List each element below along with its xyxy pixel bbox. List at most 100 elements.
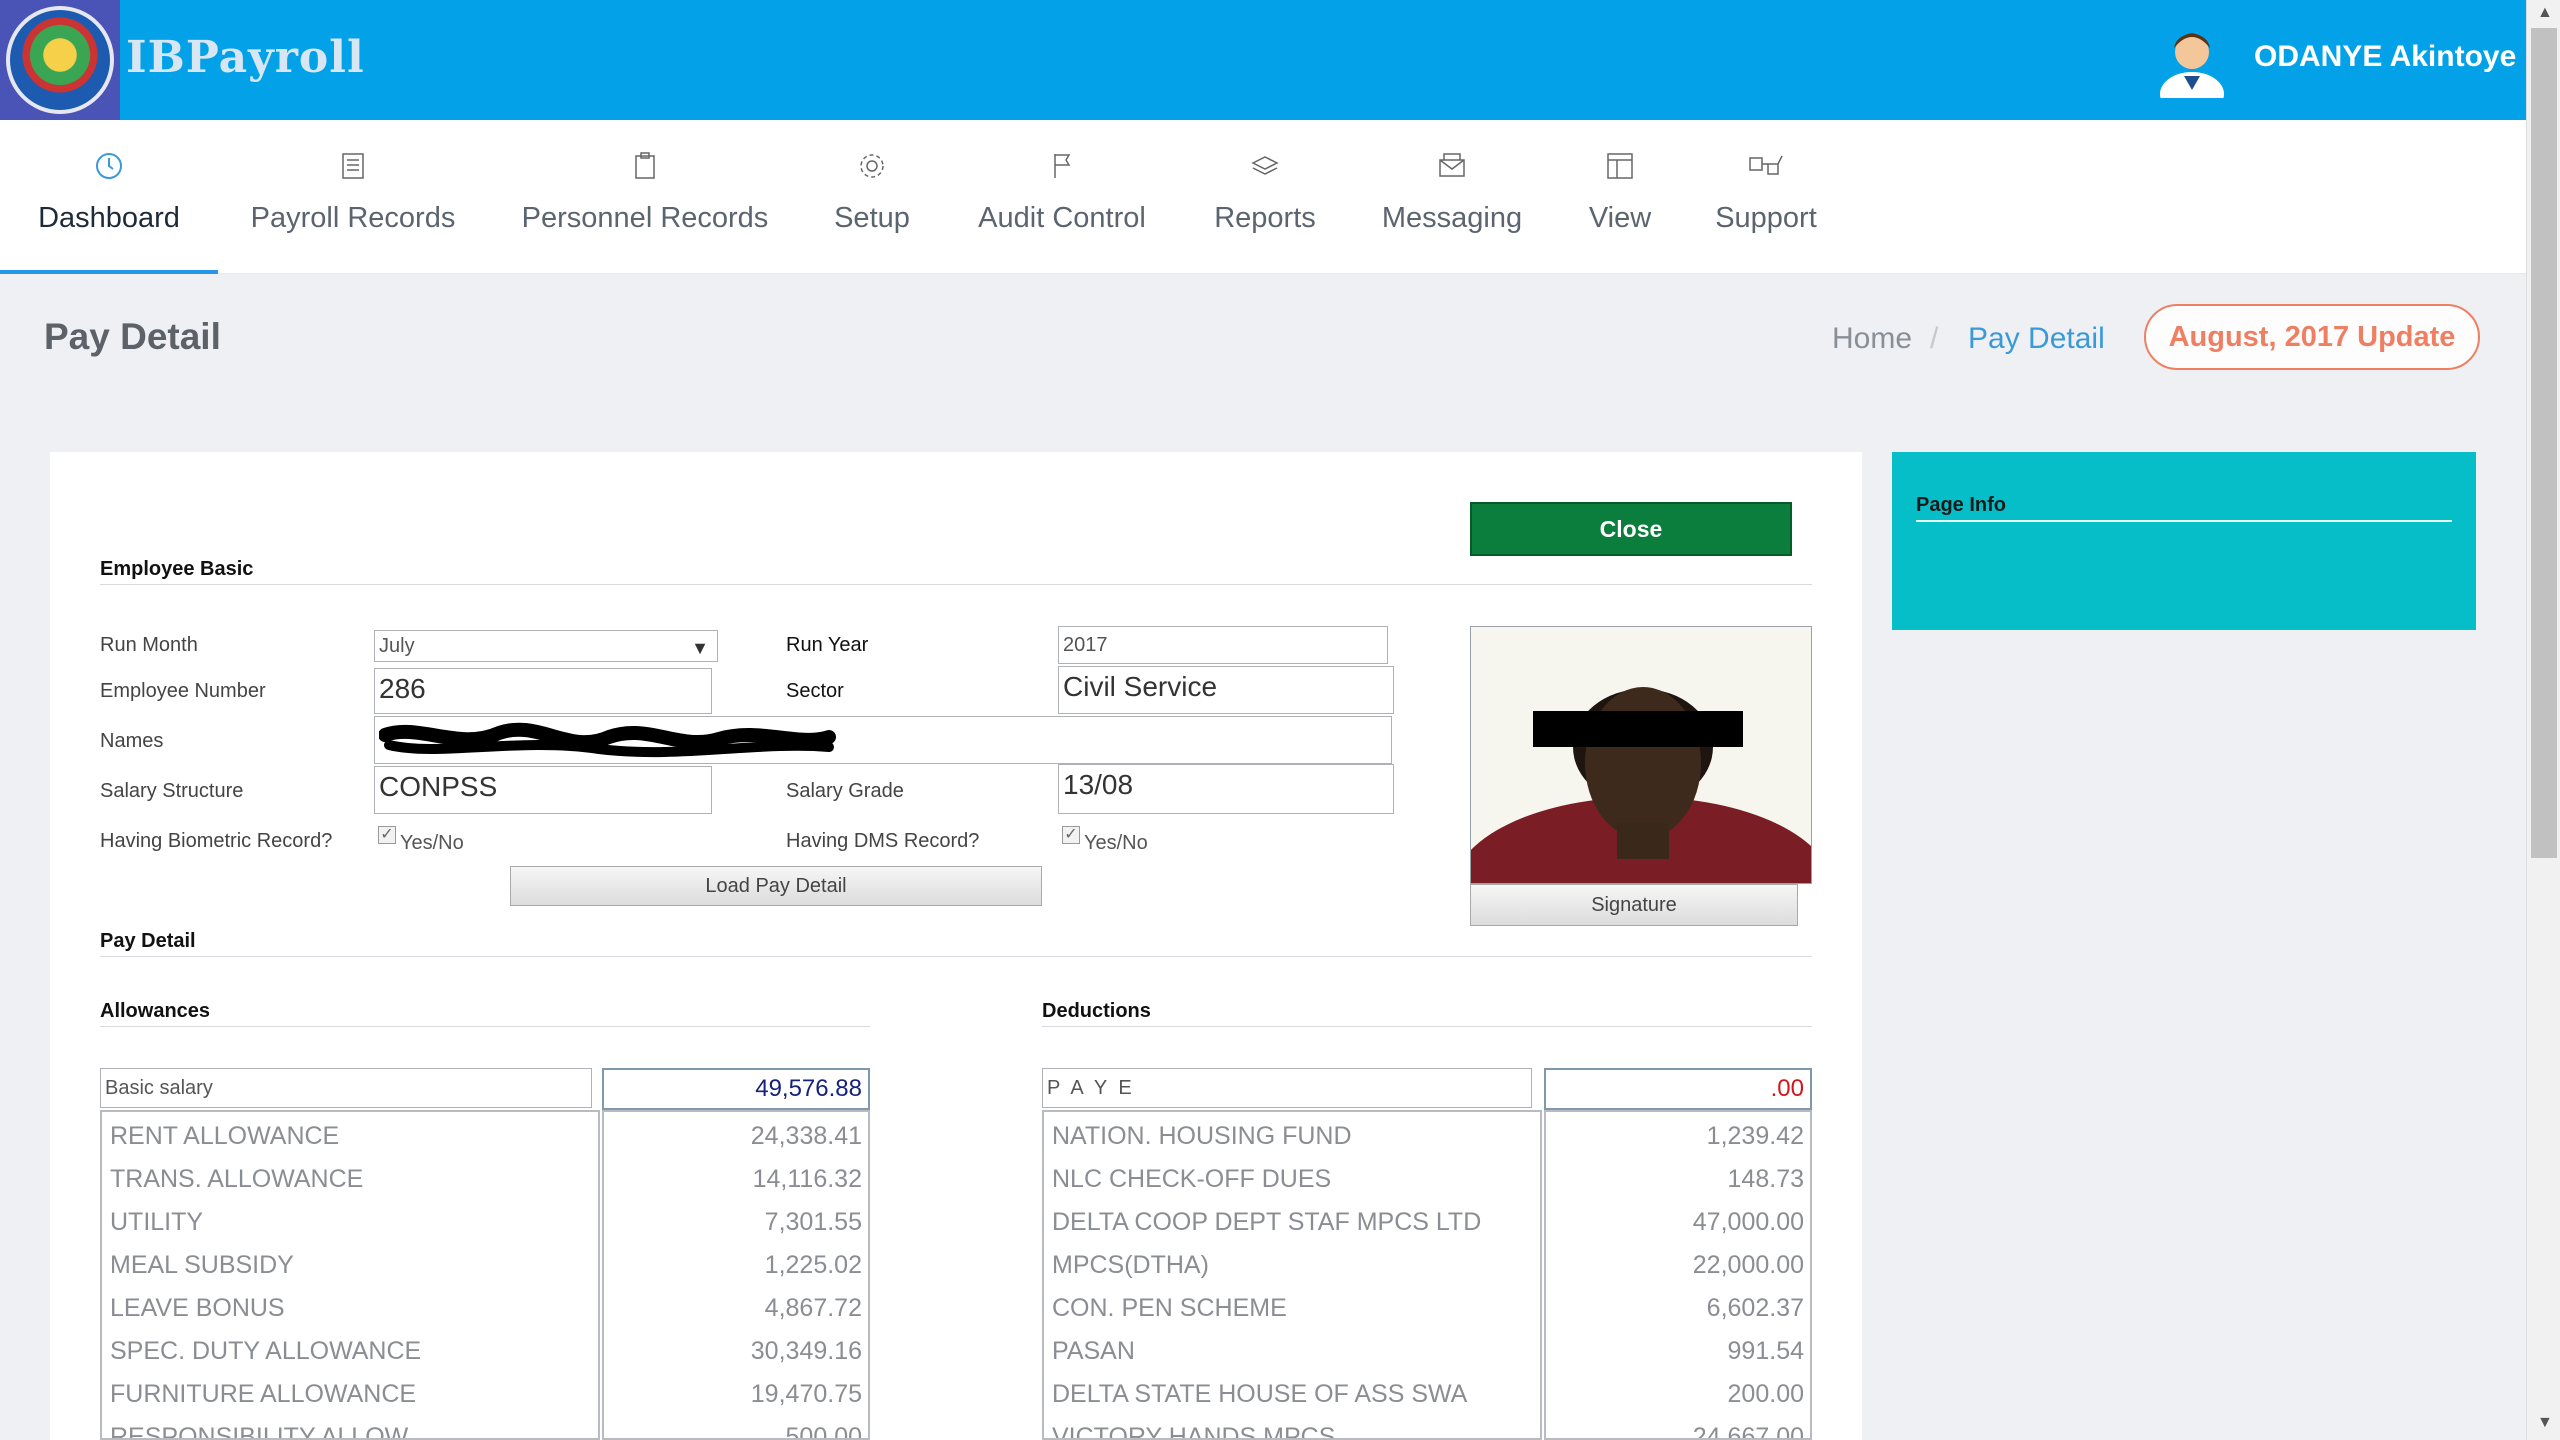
state-seal-logo-icon [6,6,114,114]
main-nav: Dashboard Payroll Records Personnel Reco… [0,120,2526,274]
list-item: CON. PEN SCHEME [1052,1294,1287,1322]
employee-photo [1470,626,1812,884]
flag-icon [1054,154,1071,178]
sector-field[interactable]: Civil Service [1058,666,1394,714]
breadcrumb-home[interactable]: Home [1832,322,1912,356]
list-item: 148.73 [1727,1165,1804,1193]
deduction-head-label[interactable]: P A Y E [1042,1068,1532,1108]
nav-messaging[interactable]: Messaging [1364,120,1540,274]
load-pay-detail-button[interactable]: Load Pay Detail [510,866,1042,906]
close-button[interactable]: Close [1470,502,1792,556]
dms-checkbox[interactable]: ✓ [1062,826,1080,844]
salary-grade-field[interactable]: 13/08 [1058,764,1394,814]
list-item: 24,667.00 [1692,1423,1804,1440]
divider [100,584,1812,585]
allowances-heading: Allowances [100,1000,211,1022]
deductions-name-list[interactable]: NATION. HOUSING FUND NLC CHECK-OFF DUES … [1042,1110,1542,1440]
nav-support[interactable]: Support [1696,120,1836,274]
run-month-select[interactable]: July ▼ [374,630,718,662]
list-item: PASAN [1052,1337,1135,1365]
nav-label: Payroll Records [250,202,456,234]
list-item: 19,470.75 [750,1380,862,1408]
app-logo[interactable] [0,0,120,120]
list-item: RENT ALLOWANCE [110,1122,340,1150]
scroll-thumb[interactable] [2531,28,2557,858]
redacted-name-scribble [378,722,836,758]
run-year-label: Run Year [786,634,869,656]
breadcrumb-current: Pay Detail [1968,322,2105,355]
dms-yes-no: Yes/No [1084,832,1148,854]
nav-reports[interactable]: Reports [1198,120,1332,274]
employee-number-label: Employee Number [100,680,266,702]
salary-grade-label: Salary Grade [786,780,904,802]
nav-audit-control[interactable]: Audit Control [962,120,1162,274]
breadcrumb-separator: / [1930,322,1939,355]
list-item: 991.54 [1727,1337,1804,1365]
ledger-icon [342,153,364,179]
allowance-head-amount[interactable]: 49,576.88 [602,1068,870,1110]
list-item: 22,000.00 [1692,1251,1804,1279]
list-item: 30,349.16 [750,1337,862,1365]
nav-dashboard[interactable]: Dashboard [0,120,218,274]
top-bar: IBPayroll ODANYE Akintoye [0,0,2526,120]
allowances-name-list[interactable]: RENT ALLOWANCE TRANS. ALLOWANCE UTILITY … [100,1110,600,1440]
update-period-button[interactable]: August, 2017 Update [2144,304,2480,370]
salary-structure-label: Salary Structure [100,780,244,802]
page-title: Pay Detail [44,316,221,357]
list-item: 500.00 [785,1423,862,1440]
brand-name[interactable]: IBPayroll [126,32,365,83]
list-item: MPCS(DTHA) [1052,1251,1209,1279]
nav-personnel-records[interactable]: Personnel Records [502,120,788,274]
employee-portrait [1471,627,1811,883]
list-item: 4,867.72 [764,1294,862,1322]
nav-label: View [1588,202,1652,234]
biometric-label: Having Biometric Record? [100,830,333,852]
sector-label: Sector [786,680,844,702]
scroll-up-arrow-icon[interactable]: ▲ [2537,4,2553,22]
scroll-down-arrow-icon[interactable]: ▼ [2537,1414,2553,1432]
list-item: 14,116.32 [752,1165,862,1193]
run-month-label: Run Month [100,634,198,656]
list-item: NLC CHECK-OFF DUES [1052,1165,1332,1193]
nav-label: Support [1715,202,1817,234]
run-month-value: July [379,635,415,657]
network-icon [1749,155,1783,175]
layers-icon [1251,156,1279,175]
biometric-checkbox[interactable]: ✓ [378,826,396,844]
list-item: DELTA STATE HOUSE OF ASS SWA [1052,1380,1468,1408]
list-item: 1,225.02 [764,1251,862,1279]
divider [1042,1026,1812,1027]
user-avatar-icon[interactable] [2158,24,2226,98]
dms-label: Having DMS Record? [786,830,980,852]
layout-icon [1607,153,1633,179]
user-name[interactable]: ODANYE Akintoye [2254,40,2516,74]
nav-payroll-records[interactable]: Payroll Records [232,120,474,274]
names-field[interactable] [374,716,1392,764]
allowances-amount-list[interactable]: 24,338.41 14,116.32 7,301.55 1,225.02 4,… [602,1110,870,1440]
employee-basic-heading: Employee Basic [100,558,254,580]
biometric-yes-no: Yes/No [400,832,464,854]
signature-button[interactable]: Signature [1470,884,1798,926]
list-item: 6,602.37 [1706,1294,1804,1322]
nav-label: Reports [1214,202,1316,234]
divider [100,956,1812,957]
employee-number-field[interactable]: 286 [374,668,712,714]
list-item: 24,338.41 [750,1122,862,1150]
nav-setup[interactable]: Setup [810,120,934,274]
divider [100,1026,870,1027]
list-item: 1,239.42 [1706,1122,1804,1150]
pay-detail-heading: Pay Detail [100,930,196,952]
deduction-head-amount[interactable]: .00 [1544,1068,1812,1110]
salary-structure-field[interactable]: CONPSS [374,766,712,814]
deductions-amount-list[interactable]: 1,239.42 148.73 47,000.00 22,000.00 6,60… [1544,1110,1812,1440]
list-item: VICTORY HANDS MPCS [1052,1423,1336,1440]
nav-label: Dashboard [38,202,180,234]
list-item: FURNITURE ALLOWANCE [110,1380,417,1408]
page-info-panel: Page Info [1892,452,2476,630]
page-scrollbar[interactable]: ▲ ▼ [2526,0,2560,1440]
list-item: 7,301.55 [764,1208,862,1236]
run-year-field[interactable]: 2017 [1058,626,1388,664]
allowance-head-label[interactable]: Basic salary [100,1068,592,1108]
nav-view[interactable]: View [1570,120,1670,274]
nav-label: Audit Control [978,202,1146,234]
